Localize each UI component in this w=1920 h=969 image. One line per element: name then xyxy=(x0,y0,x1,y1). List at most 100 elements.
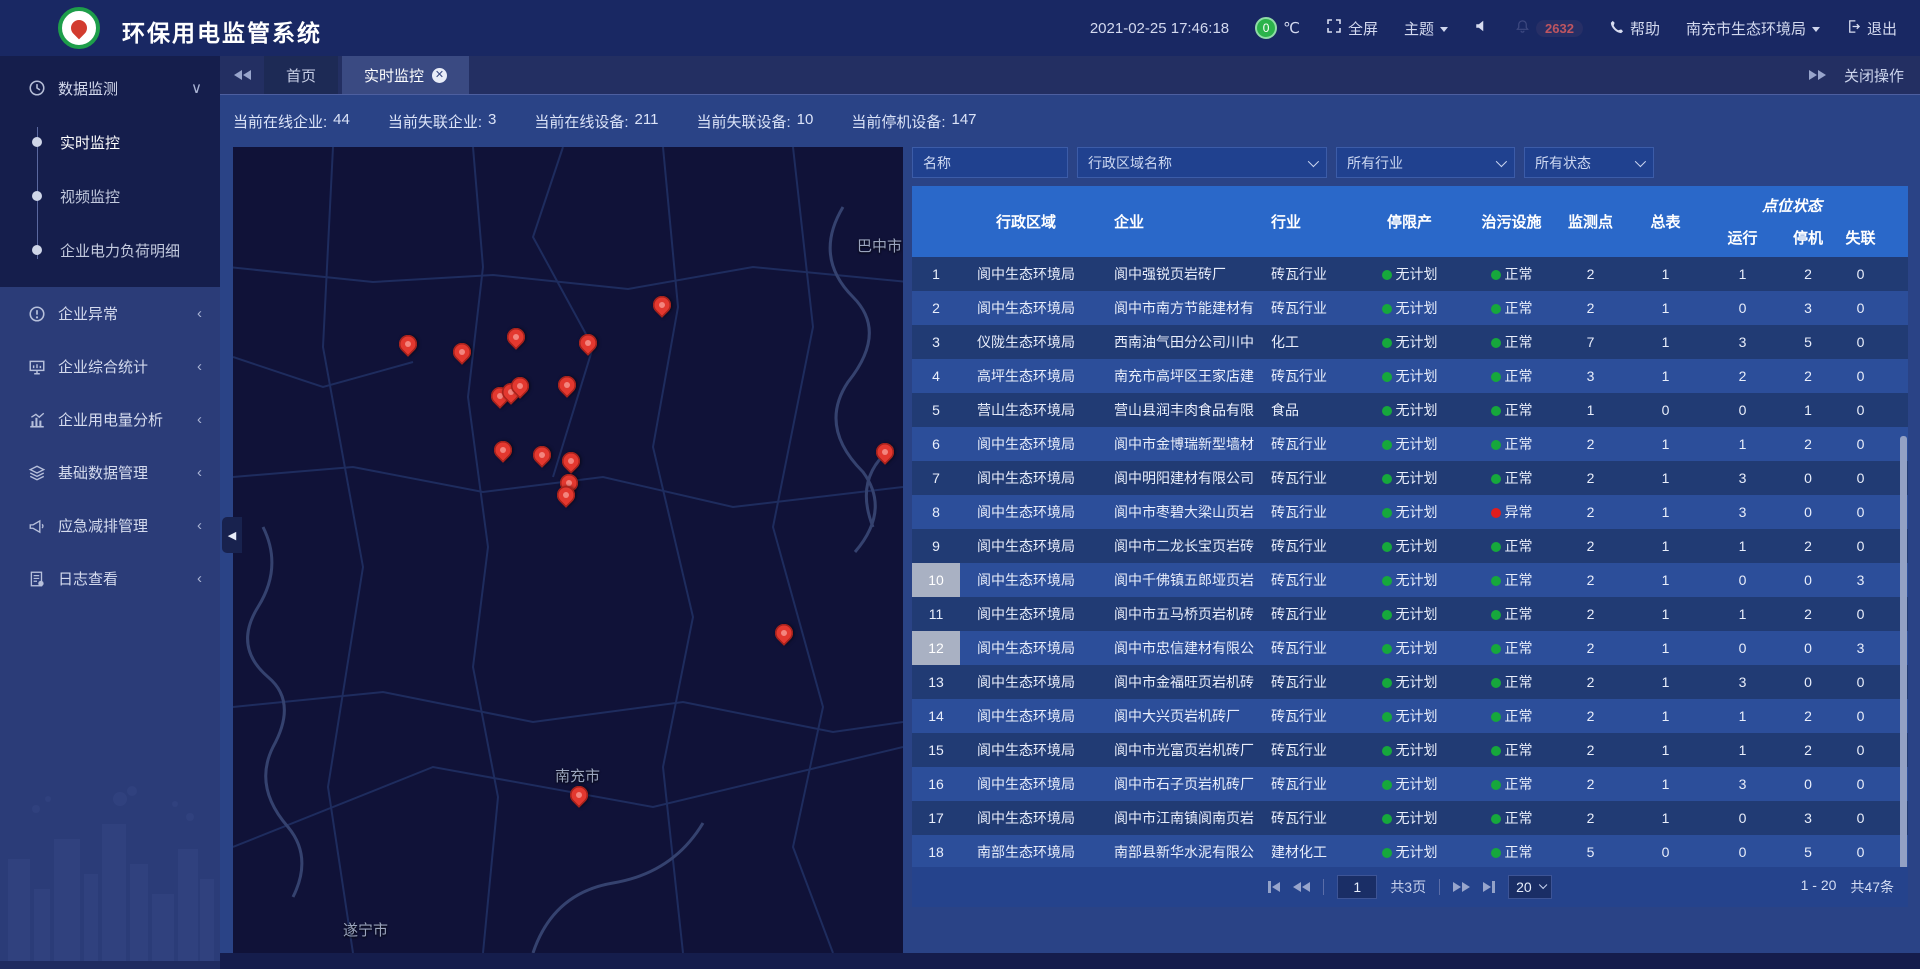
cell-region: 仪陇生态环境局 xyxy=(960,332,1092,352)
cell-treatment: 异常 xyxy=(1470,502,1553,522)
sidebar-subitem-企业电力负荷明细[interactable]: 企业电力负荷明细 xyxy=(0,223,220,277)
cell-monitor-points: 7 xyxy=(1553,334,1628,350)
cell-treatment: 正常 xyxy=(1470,298,1553,318)
cell-stop-limit: 无计划 xyxy=(1349,536,1470,556)
table-row[interactable]: 12阆中生态环境局阆中市忠信建材有限公砖瓦行业无计划正常21003 xyxy=(912,631,1908,665)
cell-total-meter: 1 xyxy=(1628,470,1703,486)
table-row[interactable]: 18南部生态环境局南部县新华水泥有限公建材化工无计划正常50050 xyxy=(912,835,1908,867)
cell-disconnected: 0 xyxy=(1834,300,1887,316)
cell-disconnected: 0 xyxy=(1834,470,1887,486)
status-dot-icon xyxy=(1382,780,1392,790)
theme-menu[interactable]: 主题 xyxy=(1391,18,1461,39)
sidebar-subitem-实时监控[interactable]: 实时监控 xyxy=(0,115,220,169)
cell-industry: 砖瓦行业 xyxy=(1262,638,1349,658)
cell-industry: 砖瓦行业 xyxy=(1262,502,1349,522)
sound-button[interactable] xyxy=(1461,19,1502,37)
row-index: 5 xyxy=(912,393,960,427)
help-button[interactable]: 帮助 xyxy=(1596,18,1673,39)
table-row[interactable]: 17阆中生态环境局阆中市江南镇阆南页岩砖瓦行业无计划正常21030 xyxy=(912,801,1908,835)
last-page-button[interactable] xyxy=(1483,881,1495,893)
page-size-select[interactable]: 20 xyxy=(1508,875,1552,899)
table-row[interactable]: 9阆中生态环境局阆中市二龙长宝页岩砖砖瓦行业无计划正常21120 xyxy=(912,529,1908,563)
cell-monitor-points: 5 xyxy=(1553,844,1628,860)
map-panel[interactable]: 巴中市南充市遂宁市 xyxy=(233,147,903,953)
cell-company: 阆中市二龙长宝页岩砖 xyxy=(1092,536,1262,556)
cell-region: 阆中生态环境局 xyxy=(960,672,1092,692)
fullscreen-button[interactable]: 全屏 xyxy=(1313,18,1391,39)
status-dot-icon xyxy=(1382,678,1392,688)
table-row[interactable]: 16阆中生态环境局阆中市石子页岩机砖厂砖瓦行业无计划正常21300 xyxy=(912,767,1908,801)
table-row[interactable]: 7阆中生态环境局阆中明阳建材有限公司砖瓦行业无计划正常21300 xyxy=(912,461,1908,495)
cell-company: 南部县新华水泥有限公 xyxy=(1092,842,1262,862)
first-page-button[interactable] xyxy=(1268,881,1280,893)
temperature-badge: 0 xyxy=(1255,17,1277,39)
region-select[interactable]: 行政区域名称 xyxy=(1077,147,1327,178)
status-dot-icon xyxy=(1491,338,1501,348)
cell-region: 营山生态环境局 xyxy=(960,400,1092,420)
table-row[interactable]: 6阆中生态环境局阆中市金博瑞新型墙材砖瓦行业无计划正常21120 xyxy=(912,427,1908,461)
close-operations-button[interactable]: 关闭操作 xyxy=(1844,65,1904,86)
bell-icon xyxy=(1515,19,1530,38)
table-row[interactable]: 15阆中生态环境局阆中市光富页岩机砖厂砖瓦行业无计划正常21120 xyxy=(912,733,1908,767)
sidebar-item-企业用电量分析[interactable]: 企业用电量分析‹ xyxy=(0,393,220,446)
cell-stop-limit: 无计划 xyxy=(1349,774,1470,794)
page-number-input[interactable] xyxy=(1337,875,1377,899)
tab-实时监控[interactable]: 实时监控✕ xyxy=(342,56,469,94)
cell-stop-limit: 无计划 xyxy=(1349,332,1470,352)
table-row[interactable]: 5营山生态环境局营山县润丰肉食品有限食品无计划正常10010 xyxy=(912,393,1908,427)
industry-select[interactable]: 所有行业 xyxy=(1336,147,1515,178)
table-row[interactable]: 1阆中生态环境局阆中强锐页岩砖厂砖瓦行业无计划正常21120 xyxy=(912,257,1908,291)
cell-monitor-points: 2 xyxy=(1553,538,1628,554)
cell-stop-limit: 无计划 xyxy=(1349,706,1470,726)
name-search-input[interactable] xyxy=(912,147,1068,178)
cell-monitor-points: 1 xyxy=(1553,402,1628,418)
cell-disconnected: 0 xyxy=(1834,538,1887,554)
cell-total-meter: 1 xyxy=(1628,674,1703,690)
table-row[interactable]: 4高坪生态环境局南充市高坪区王家店建砖瓦行业无计划正常31220 xyxy=(912,359,1908,393)
row-index: 2 xyxy=(912,291,960,325)
tab-首页[interactable]: 首页 xyxy=(264,56,338,94)
cell-industry: 砖瓦行业 xyxy=(1262,434,1349,454)
sidebar-item-日志查看[interactable]: 日志查看‹ xyxy=(0,552,220,605)
status-dot-icon xyxy=(1491,814,1501,824)
cell-treatment: 正常 xyxy=(1470,604,1553,624)
row-index: 9 xyxy=(912,529,960,563)
table-row[interactable]: 2阆中生态环境局阆中市南方节能建材有砖瓦行业无计划正常21030 xyxy=(912,291,1908,325)
cell-monitor-points: 2 xyxy=(1553,776,1628,792)
table-row[interactable]: 11阆中生态环境局阆中市五马桥页岩机砖砖瓦行业无计划正常21120 xyxy=(912,597,1908,631)
divider xyxy=(1323,879,1324,895)
row-index: 10 xyxy=(912,563,960,597)
sidebar-item-基础数据管理[interactable]: 基础数据管理‹ xyxy=(0,446,220,499)
skyline-decoration xyxy=(0,769,220,969)
status-dot-icon xyxy=(1491,644,1501,654)
sidebar-item-label: 应急减排管理 xyxy=(58,515,197,536)
tabs-scroll-right-button[interactable] xyxy=(1809,70,1826,80)
cell-stop-limit: 无计划 xyxy=(1349,400,1470,420)
user-menu[interactable]: 南充市生态环境局 xyxy=(1673,18,1833,39)
notifications-button[interactable]: 2632 xyxy=(1502,19,1596,38)
tabs-scroll-left-button[interactable] xyxy=(220,56,264,94)
next-page-button[interactable] xyxy=(1453,882,1470,892)
status-select[interactable]: 所有状态 xyxy=(1524,147,1654,178)
scrollbar-thumb[interactable] xyxy=(1900,436,1907,898)
cell-region: 阆中生态环境局 xyxy=(960,740,1092,760)
status-dot-icon xyxy=(1382,508,1392,518)
cell-stop-limit: 无计划 xyxy=(1349,502,1470,522)
sidebar-subitem-视频监控[interactable]: 视频监控 xyxy=(0,169,220,223)
sidebar-item-企业异常[interactable]: 企业异常‹ xyxy=(0,287,220,340)
table-row[interactable]: 8阆中生态环境局阆中市枣碧大梁山页岩砖瓦行业无计划异常21300 xyxy=(912,495,1908,529)
sidebar-item-数据监测[interactable]: 数据监测∨ xyxy=(0,61,220,115)
sidebar-item-应急减排管理[interactable]: 应急减排管理‹ xyxy=(0,499,220,552)
status-dot-icon xyxy=(1382,848,1392,858)
logout-button[interactable]: 退出 xyxy=(1833,18,1910,39)
panel-collapse-button[interactable]: ◀ xyxy=(222,517,242,553)
table-row[interactable]: 3仪陇生态环境局西南油气田分公司川中化工无计划正常71350 xyxy=(912,325,1908,359)
sidebar-item-企业综合统计[interactable]: 企业综合统计‹ xyxy=(0,340,220,393)
tab-close-icon[interactable]: ✕ xyxy=(432,68,447,83)
table-row[interactable]: 13阆中生态环境局阆中市金福旺页岩机砖砖瓦行业无计划正常21300 xyxy=(912,665,1908,699)
previous-page-button[interactable] xyxy=(1293,882,1310,892)
stat-item: 当前在线企业:44 xyxy=(233,111,350,132)
table-row[interactable]: 10阆中生态环境局阆中千佛镇五郎垭页岩砖瓦行业无计划正常21003 xyxy=(912,563,1908,597)
map-city-label: 南充市 xyxy=(555,765,600,786)
table-row[interactable]: 14阆中生态环境局阆中大兴页岩机砖厂砖瓦行业无计划正常21120 xyxy=(912,699,1908,733)
